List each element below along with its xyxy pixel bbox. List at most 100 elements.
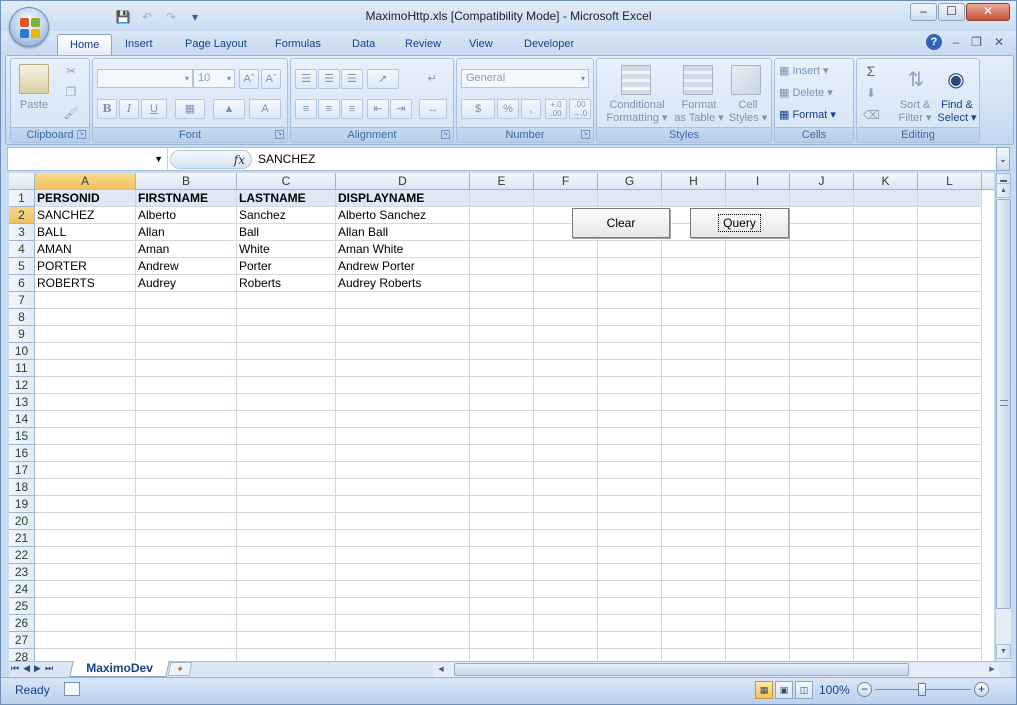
table-cell[interactable]: Ball xyxy=(237,224,336,241)
column-header-c[interactable]: C xyxy=(237,173,336,190)
row-header-17[interactable]: 17 xyxy=(9,462,35,479)
align-right-icon[interactable]: ≡ xyxy=(341,99,363,119)
table-header-cell[interactable]: DISPLAYNAME xyxy=(336,190,470,207)
find-select-icon[interactable]: ◉ xyxy=(941,65,971,95)
table-cell[interactable]: Audrey Roberts xyxy=(336,275,470,292)
align-center-icon[interactable]: ≡ xyxy=(318,99,340,119)
table-cell[interactable]: Alberto xyxy=(136,207,237,224)
minimize-button[interactable]: – xyxy=(910,3,937,21)
row-header-10[interactable]: 10 xyxy=(9,343,35,360)
table-cell[interactable]: SANCHEZ xyxy=(35,207,136,224)
increase-decimal-button[interactable]: +.0 .00 xyxy=(545,99,567,119)
last-sheet-icon[interactable]: ⏭ xyxy=(45,663,53,674)
format-as-table-button[interactable]: Format as Table ▾ xyxy=(671,99,727,125)
number-format-combo[interactable]: General ▾ xyxy=(461,69,589,88)
delete-cells-button[interactable]: ▦ Delete ▾ xyxy=(779,87,851,100)
top-align-icon[interactable]: ☰ xyxy=(295,69,317,89)
table-cell[interactable]: Aman xyxy=(136,241,237,258)
row-header-27[interactable]: 27 xyxy=(9,632,35,649)
increase-indent-icon[interactable]: ⇥ xyxy=(390,99,412,119)
comma-button[interactable]: , xyxy=(521,99,541,119)
underline-icon[interactable]: U xyxy=(141,99,167,119)
percent-button[interactable]: % xyxy=(497,99,519,119)
merge-center-icon[interactable]: ↔ xyxy=(419,99,447,119)
row-header-7[interactable]: 7 xyxy=(9,292,35,309)
orientation-icon[interactable]: ➚ xyxy=(367,69,399,89)
format-as-table-icon[interactable] xyxy=(683,65,713,95)
scroll-up-icon[interactable]: ▲ xyxy=(996,183,1011,198)
table-cell[interactable]: Aman White xyxy=(336,241,470,258)
select-all-corner[interactable] xyxy=(9,173,35,190)
normal-view-icon[interactable]: ▦ xyxy=(755,681,773,699)
clear-button[interactable]: Clear xyxy=(572,208,670,238)
insert-cells-button[interactable]: ▦ Insert ▾ xyxy=(779,65,851,78)
currency-button[interactable]: $ xyxy=(461,99,495,119)
copy-icon[interactable]: ❐ xyxy=(63,84,79,100)
table-cell[interactable]: White xyxy=(237,241,336,258)
table-cell[interactable]: Andrew xyxy=(136,258,237,275)
decrease-indent-icon[interactable]: ⇤ xyxy=(367,99,389,119)
row-header-14[interactable]: 14 xyxy=(9,411,35,428)
paste-button[interactable]: Paste xyxy=(11,99,57,112)
scroll-right-icon[interactable]: ▶ xyxy=(985,663,999,676)
worksheet-grid[interactable]: ABCDEFGHIJKL 1 2 3 4 5 6 7 8 9 10 11 12 13 14 15 16 17 18… xyxy=(9,173,994,661)
row-header-28[interactable]: 28 xyxy=(9,649,35,661)
row-header-16[interactable]: 16 xyxy=(9,445,35,462)
table-cell[interactable]: Porter xyxy=(237,258,336,275)
row-header-11[interactable]: 11 xyxy=(9,360,35,377)
name-box[interactable]: ▼ xyxy=(8,148,168,170)
column-header-e[interactable]: E xyxy=(470,173,534,190)
borders-icon[interactable]: ▦ xyxy=(175,99,205,119)
insert-function-button[interactable]: fx xyxy=(234,153,245,167)
row-header-12[interactable]: 12 xyxy=(9,377,35,394)
table-cell[interactable]: Roberts xyxy=(237,275,336,292)
zoom-out-icon[interactable]: − xyxy=(857,682,872,697)
macro-record-icon[interactable] xyxy=(64,682,80,696)
vertical-scrollbar[interactable]: ▬ ▲ ▼ xyxy=(995,173,1011,661)
bold-icon[interactable]: B xyxy=(97,99,117,119)
tab-data[interactable]: Data xyxy=(340,34,387,55)
align-left-icon[interactable]: ≡ xyxy=(295,99,317,119)
middle-align-icon[interactable]: ☰ xyxy=(318,69,340,89)
autosum-icon[interactable]: Σ xyxy=(863,63,879,79)
maximize-button[interactable]: ☐ xyxy=(938,3,965,21)
column-header-l[interactable]: L xyxy=(918,173,982,190)
column-header-i[interactable]: I xyxy=(726,173,790,190)
row-header-8[interactable]: 8 xyxy=(9,309,35,326)
row-header-2[interactable]: 2 xyxy=(9,207,35,224)
row-header-18[interactable]: 18 xyxy=(9,479,35,496)
table-header-cell[interactable]: LASTNAME xyxy=(237,190,336,207)
italic-icon[interactable]: I xyxy=(119,99,139,119)
font-size-combo[interactable]: 10 ▾ xyxy=(193,69,235,88)
font-launcher-icon[interactable]: ↘ xyxy=(275,130,284,139)
table-cell[interactable]: Allan Ball xyxy=(336,224,470,241)
row-header-23[interactable]: 23 xyxy=(9,564,35,581)
column-header-d[interactable]: D xyxy=(336,173,470,190)
name-box-dropdown-icon[interactable]: ▼ xyxy=(154,148,163,170)
table-cell[interactable]: Sanchez xyxy=(237,207,336,224)
font-color-icon[interactable]: A xyxy=(249,99,281,119)
row-header-22[interactable]: 22 xyxy=(9,547,35,564)
column-header-k[interactable]: K xyxy=(854,173,918,190)
column-header-f[interactable]: F xyxy=(534,173,598,190)
query-button[interactable]: Query xyxy=(690,208,789,238)
wrap-text-icon[interactable]: ↵ xyxy=(419,69,445,89)
row-header-9[interactable]: 9 xyxy=(9,326,35,343)
alignment-launcher-icon[interactable]: ↘ xyxy=(441,130,450,139)
table-cell[interactable]: BALL xyxy=(35,224,136,241)
prev-sheet-icon[interactable]: ◀ xyxy=(23,663,30,674)
table-cell[interactable]: Alberto Sanchez xyxy=(336,207,470,224)
cut-icon[interactable]: ✂ xyxy=(63,63,79,79)
zoom-level[interactable]: 100% xyxy=(819,683,850,697)
font-name-combo[interactable]: ▾ xyxy=(97,69,193,88)
column-header-b[interactable]: B xyxy=(136,173,237,190)
row-header-25[interactable]: 25 xyxy=(9,598,35,615)
scroll-down-icon[interactable]: ▼ xyxy=(996,644,1011,659)
fill-color-icon[interactable]: ▲ xyxy=(213,99,245,119)
row-header-1[interactable]: 1 xyxy=(9,190,35,207)
column-header-h[interactable]: H xyxy=(662,173,726,190)
tab-home[interactable]: Home xyxy=(57,34,113,55)
table-cell[interactable]: Andrew Porter xyxy=(336,258,470,275)
tab-formulas[interactable]: Formulas xyxy=(263,34,333,55)
formula-input[interactable]: SANCHEZ xyxy=(258,148,315,170)
